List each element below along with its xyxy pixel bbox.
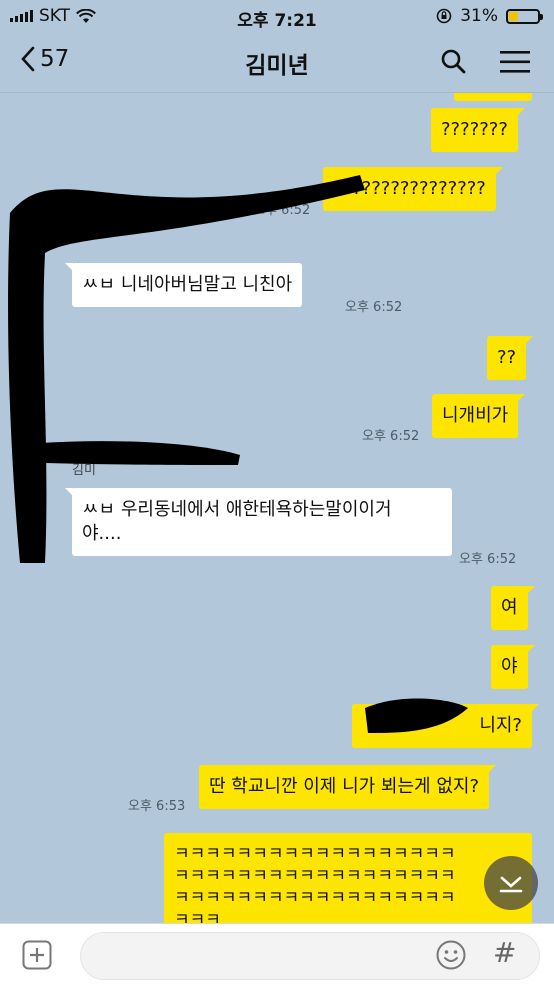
chat-area[interactable]: ??????? ???????????????? 오후 6:52 ㅆㅂ 니네아버…: [0, 93, 554, 923]
battery-percent: 31%: [460, 6, 498, 26]
hash-icon: #: [493, 936, 517, 969]
search-icon: [441, 49, 466, 74]
emoji-button[interactable]: [435, 939, 467, 975]
status-right: 31%: [436, 6, 543, 26]
menu-button[interactable]: [500, 50, 530, 78]
chevron-down-icon: [499, 876, 523, 893]
battery-icon: [506, 8, 543, 24]
input-bar: #: [0, 923, 554, 988]
message-input[interactable]: #: [80, 932, 540, 980]
menu-icon: [500, 51, 530, 73]
rotation-lock-icon: [436, 8, 452, 24]
redaction-scribble: [8, 175, 468, 733]
scroll-down-button[interactable]: [484, 856, 538, 910]
emoji-icon: [436, 940, 466, 970]
hash-button[interactable]: #: [493, 937, 516, 969]
chat-header: 57 김미년: [0, 32, 554, 93]
plus-icon: [22, 940, 52, 970]
chat-title: 김미년: [245, 53, 309, 79]
attach-button[interactable]: [22, 940, 52, 970]
status-bar: SKT 오후 7:21 31%: [0, 0, 554, 32]
search-button[interactable]: [440, 48, 466, 78]
battery-fill: [509, 11, 519, 21]
